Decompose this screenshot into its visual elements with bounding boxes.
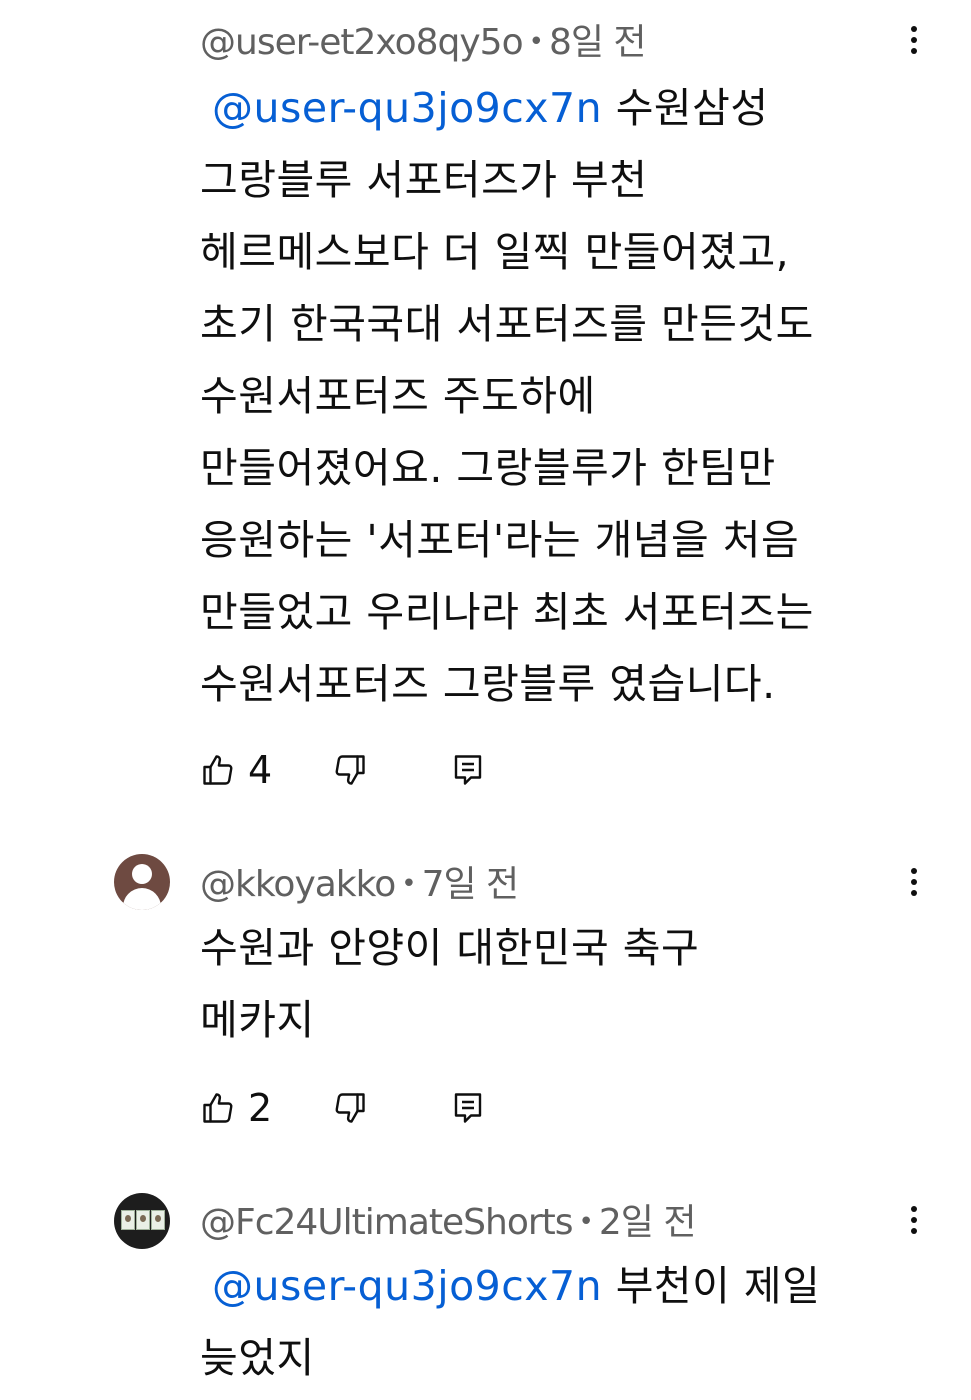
comment-text: @user-qu3jo9cx7n 수원삼성 그랑블루 서포터즈가 부천 헤르메스… xyxy=(200,72,920,720)
comment-author[interactable]: @user-et2xo8qy5o xyxy=(200,22,524,63)
comment-text: @user-qu3jo9cx7n 부천이 제일 늦었지 xyxy=(200,1250,920,1394)
comment-meta: @Fc24UltimateShorts • 2일 전 xyxy=(200,1202,697,1243)
meta-separator: • xyxy=(578,1207,594,1237)
more-vert-icon[interactable] xyxy=(898,1200,930,1240)
reply-button[interactable] xyxy=(450,1084,486,1132)
comment-actions: 2 xyxy=(200,1084,600,1132)
thumbs-down-icon xyxy=(332,1090,368,1126)
comment-time: 7일 전 xyxy=(421,864,520,905)
mention-link[interactable]: @user-qu3jo9cx7n xyxy=(212,84,602,132)
thumbs-down-icon xyxy=(332,752,368,788)
like-count: 4 xyxy=(248,748,273,792)
comment-meta: @kkoyakko • 7일 전 xyxy=(200,864,520,905)
thumbs-up-icon xyxy=(200,1090,236,1126)
comment-text: 수원과 안양이 대한민국 축구 메카지 xyxy=(200,912,920,1056)
like-count: 2 xyxy=(248,1086,273,1130)
like-button[interactable]: 2 xyxy=(200,1084,272,1132)
dislike-button[interactable] xyxy=(332,746,368,794)
comment-meta: @user-et2xo8qy5o • 8일 전 xyxy=(200,22,647,63)
comment-time: 2일 전 xyxy=(598,1202,697,1243)
meta-separator: • xyxy=(528,27,544,57)
comment-time: 8일 전 xyxy=(548,22,647,63)
reply-icon xyxy=(450,1090,486,1126)
comment-author[interactable]: @kkoyakko xyxy=(200,864,396,905)
more-vert-icon[interactable] xyxy=(898,862,930,902)
more-vert-icon[interactable] xyxy=(898,20,930,60)
like-button[interactable]: 4 xyxy=(200,746,272,794)
reply-button[interactable] xyxy=(450,746,486,794)
comment-actions: 4 xyxy=(200,746,600,794)
thumbs-up-icon xyxy=(200,752,236,788)
avatar[interactable] xyxy=(114,1193,170,1249)
mention-link[interactable]: @user-qu3jo9cx7n xyxy=(212,1262,602,1310)
dislike-button[interactable] xyxy=(332,1084,368,1132)
meta-separator: • xyxy=(401,869,416,899)
avatar[interactable] xyxy=(114,854,170,910)
comment-body: 수원삼성 그랑블루 서포터즈가 부천 헤르메스보다 더 일찍 만들어졌고, 초기… xyxy=(200,84,814,708)
comment-author[interactable]: @Fc24UltimateShorts xyxy=(200,1202,574,1243)
reply-icon xyxy=(450,752,486,788)
comment-body: 수원과 안양이 대한민국 축구 메카지 xyxy=(200,924,700,1044)
